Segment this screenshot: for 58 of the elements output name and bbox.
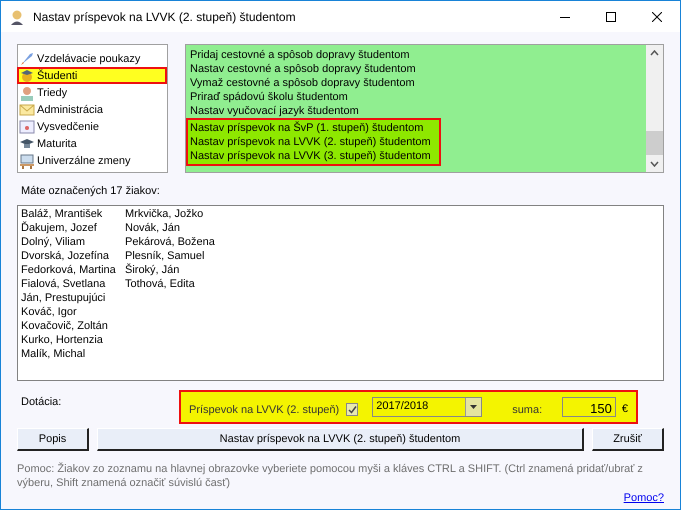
- checkbox[interactable]: [346, 403, 358, 416]
- student-name[interactable]: Ján, Prestupujúci: [21, 291, 125, 305]
- student-name[interactable]: Plesník, Samuel: [125, 249, 229, 263]
- envelope-icon: [19, 102, 35, 118]
- window-title: Nastav príspevok na LVVK (2. stupeň) študentom: [33, 10, 297, 24]
- help-link[interactable]: Pomoc?: [624, 492, 664, 504]
- student-name[interactable]: Dolný, Viliam: [21, 235, 125, 249]
- action-item[interactable]: Pridaj cestovné a spôsob dopravy študentom: [190, 48, 646, 62]
- student-name[interactable]: Mrkvička, Jožko: [125, 207, 229, 221]
- student-name[interactable]: Fialová, Svetlana: [21, 277, 125, 291]
- category-item[interactable]: Vzdelávacie poukazy: [17, 50, 167, 67]
- action-item[interactable]: Nastav príspevok na ŠvP (1. stupeň) študentom: [190, 121, 431, 135]
- student-name[interactable]: Fedorková, Martina: [21, 263, 125, 277]
- certificate-icon: [19, 118, 35, 134]
- computer-desk-icon: [19, 152, 35, 168]
- scrollbar[interactable]: [646, 45, 663, 172]
- student-name[interactable]: Tothová, Edita: [125, 277, 229, 291]
- dropdown-arrow-icon: [470, 405, 478, 409]
- action-item[interactable]: Nastav príspevok na LVVK (2. stupeň) študentom: [190, 135, 431, 149]
- category-item[interactable]: Administrácia: [17, 101, 167, 118]
- scroll-up-icon[interactable]: [650, 50, 659, 56]
- currency-label: €: [622, 402, 628, 414]
- student-name[interactable]: Dvorská, Jozefína: [21, 249, 125, 263]
- year-dropdown[interactable]: 2017/2018: [372, 397, 482, 417]
- student-name[interactable]: Ďakujem, Jozef: [21, 221, 125, 235]
- action-item[interactable]: Nastav vyučovací jazyk študentom: [190, 104, 646, 118]
- scroll-down-icon[interactable]: [650, 161, 659, 167]
- student-name[interactable]: Kurko, Hortenzia: [21, 333, 125, 347]
- category-item[interactable]: Univerzálne zmeny: [17, 152, 167, 169]
- sum-label: suma:: [512, 404, 542, 416]
- action-item[interactable]: Nastav cestovné a spôsob dopravy študentom: [190, 62, 646, 76]
- category-item[interactable]: Maturita: [17, 135, 167, 152]
- dialog-button[interactable]: Nastav príspevok na LVVK (2. stupeň) študentom: [97, 428, 584, 451]
- action-item[interactable]: Priraď spádovú školu študentom: [190, 90, 646, 104]
- dialog-button[interactable]: Zrušiť: [592, 428, 664, 451]
- close-icon[interactable]: [652, 12, 662, 22]
- sum-field[interactable]: 150: [562, 397, 616, 417]
- person-icon: [9, 8, 25, 24]
- scroll-thumb[interactable]: [646, 131, 663, 155]
- student-name[interactable]: Kováč, Igor: [21, 305, 125, 319]
- category-item[interactable]: Vysvedčenie: [17, 118, 167, 135]
- student-name[interactable]: Novák, Ján: [125, 221, 229, 235]
- action-item[interactable]: Vymaž cestovné a spôsob dopravy študentom: [190, 76, 646, 90]
- student-name[interactable]: Baláž, Mrantišek: [21, 207, 125, 221]
- help-text: Pomoc: Žiakov zo zoznamu na hlavnej obrazovke vyberiete pomocou myši a kláves CTRL a SHIFT. (Ctrl znamená pridať/ubrať z výberu, Shift znamená označiť súvislú časť): [17, 462, 644, 490]
- category-item[interactable]: Triedy: [17, 84, 167, 101]
- student-name[interactable]: Malík, Michal: [21, 347, 125, 361]
- checkbox-label: Príspevok na LVVK (2. stupeň): [189, 404, 340, 416]
- dialog-button[interactable]: Popis: [17, 428, 89, 451]
- selection-count: Máte označených 17 žiakov:: [21, 185, 161, 199]
- graduate-icon: [19, 68, 35, 84]
- category-item[interactable]: Študenti: [17, 67, 167, 84]
- maximize-icon[interactable]: [606, 12, 616, 22]
- student-name[interactable]: Kovačovič, Zoltán: [21, 319, 125, 333]
- action-item[interactable]: Nastav príspevok na LVVK (3. stupeň) študentom: [190, 149, 431, 163]
- subsidy-label: Dotácia:: [20, 395, 62, 410]
- student-name[interactable]: Široký, Ján: [125, 263, 229, 277]
- student-name[interactable]: Pekárová, Božena: [125, 235, 229, 249]
